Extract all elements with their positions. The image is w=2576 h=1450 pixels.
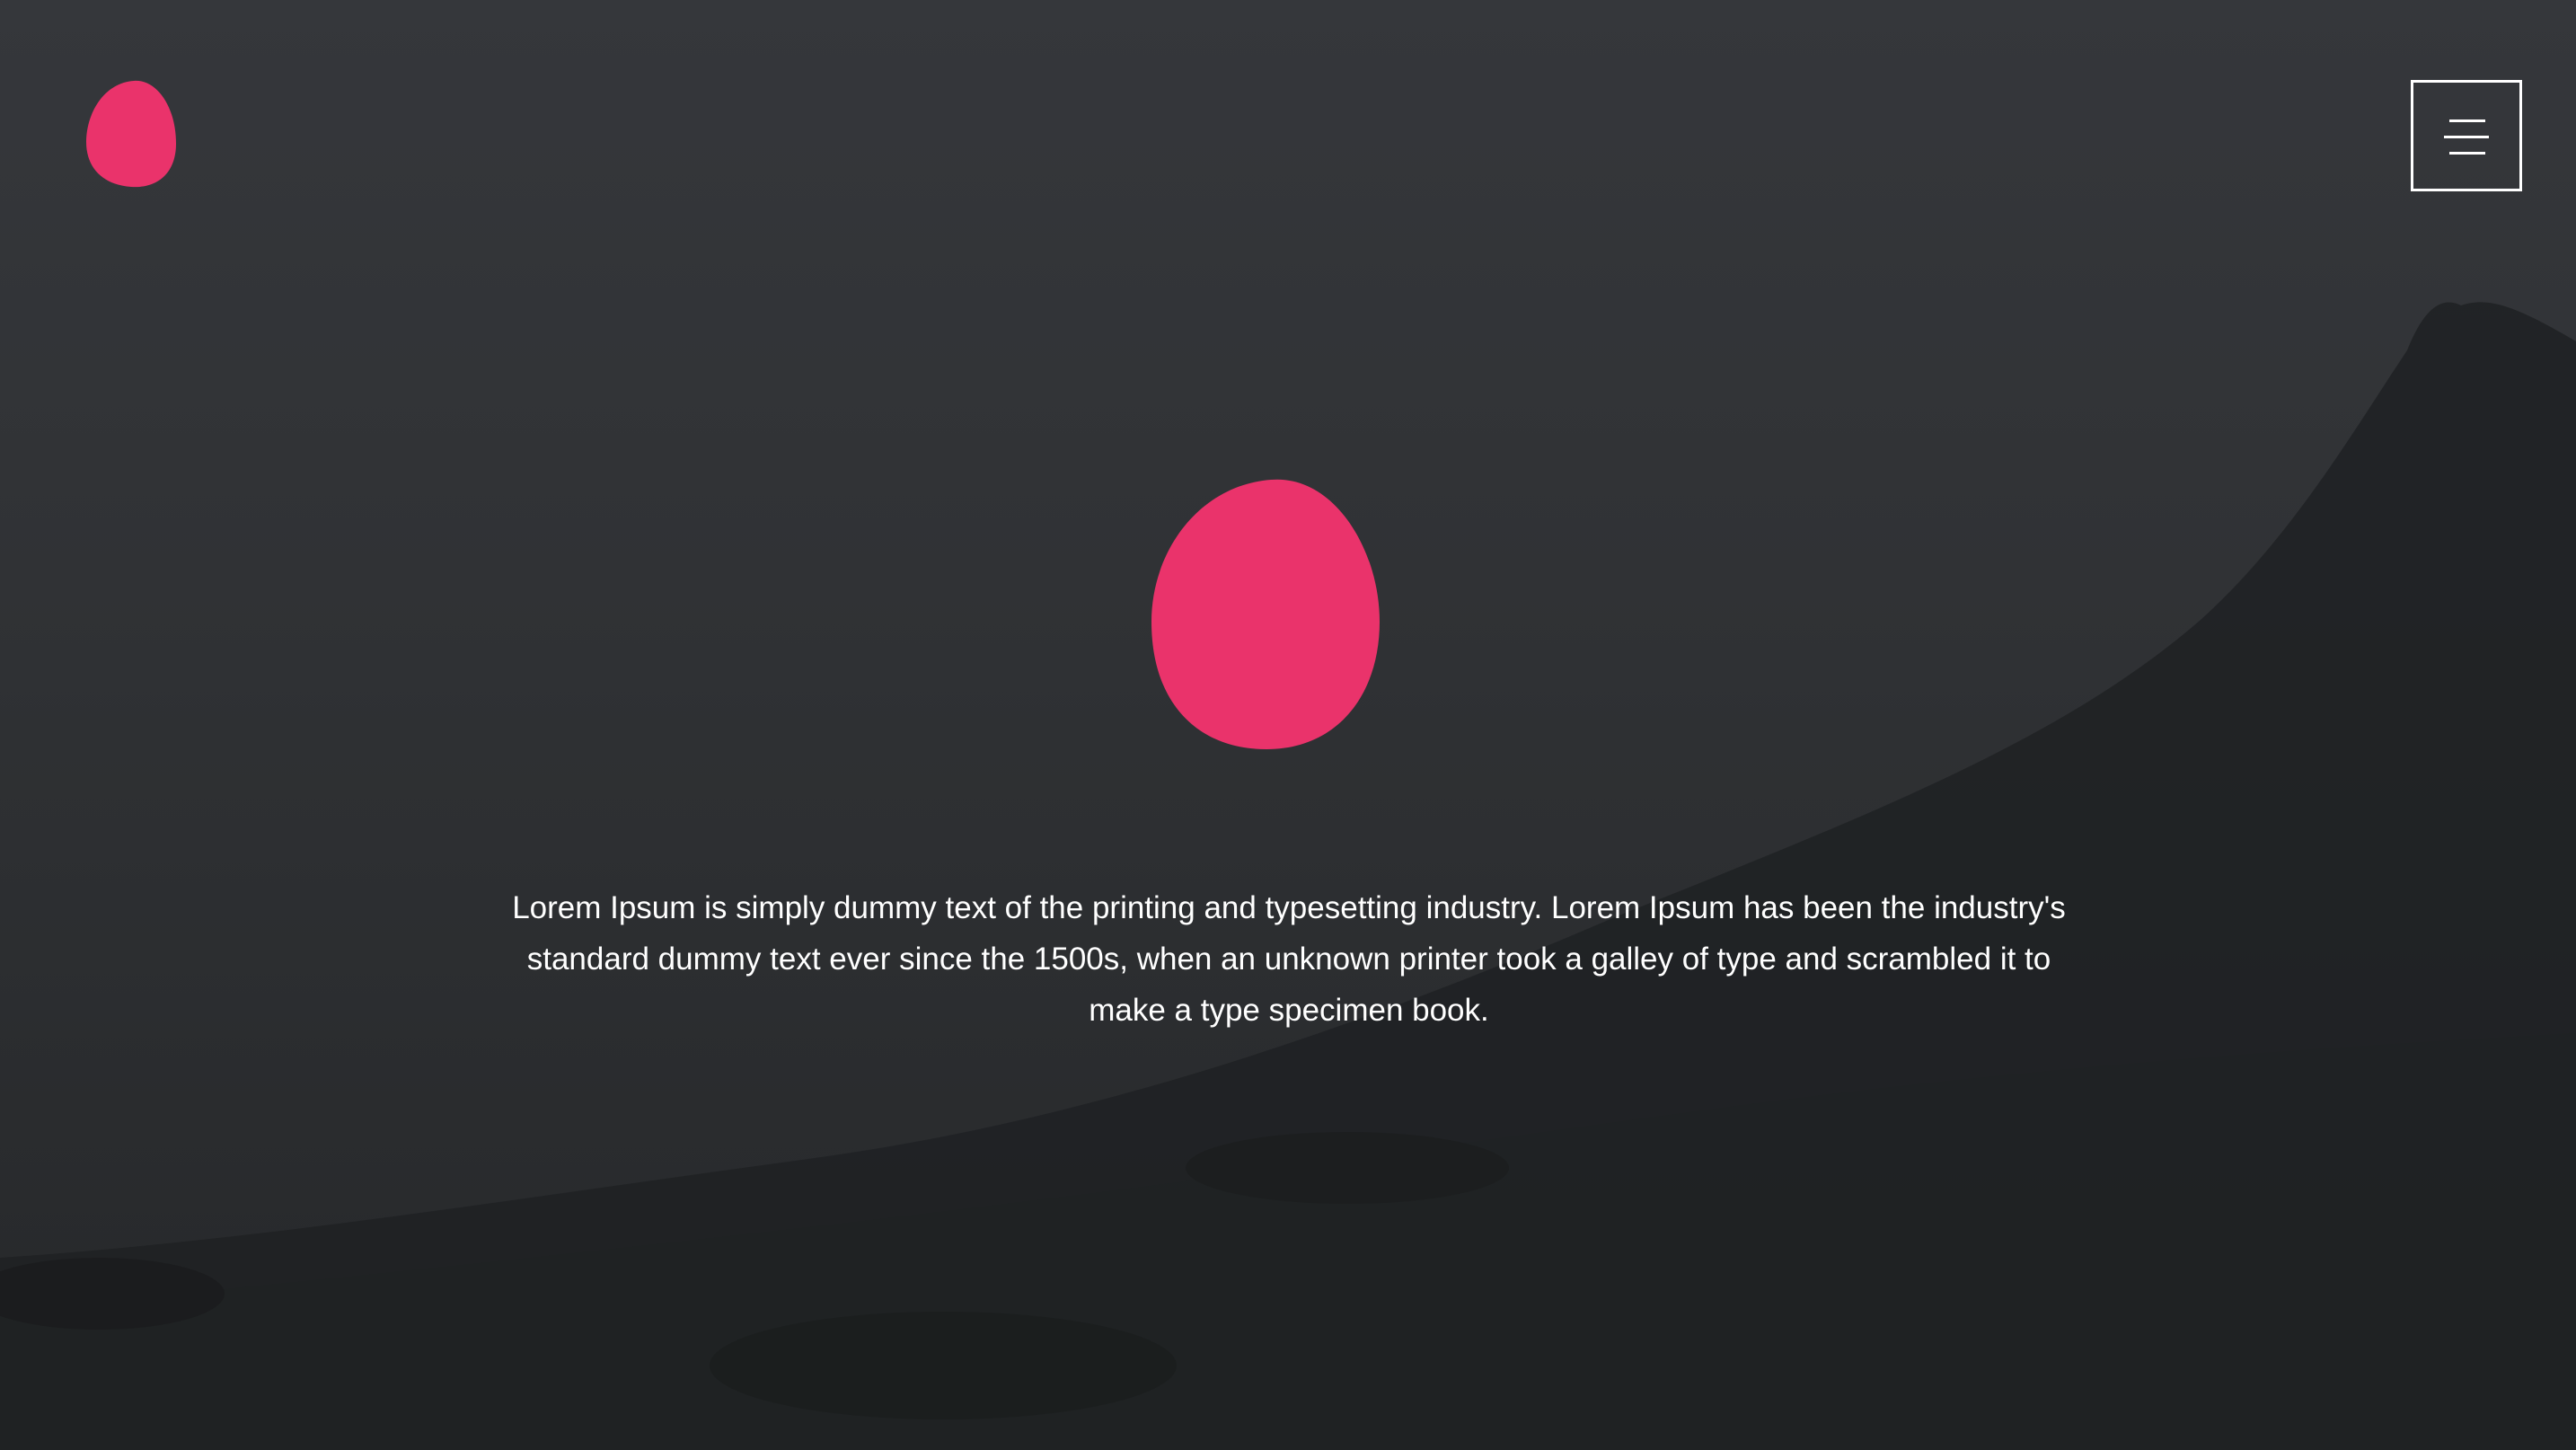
egg-blob-icon bbox=[86, 80, 176, 188]
egg-blob-icon bbox=[1151, 479, 1380, 749]
menu-button[interactable] bbox=[2411, 80, 2522, 191]
landing-page: Lorem Ipsum is simply dummy text of the … bbox=[0, 0, 2576, 1450]
hero-logo-mark bbox=[1150, 478, 1381, 751]
hero-description: Lorem Ipsum is simply dummy text of the … bbox=[512, 890, 2066, 1028]
logo[interactable] bbox=[84, 79, 178, 189]
